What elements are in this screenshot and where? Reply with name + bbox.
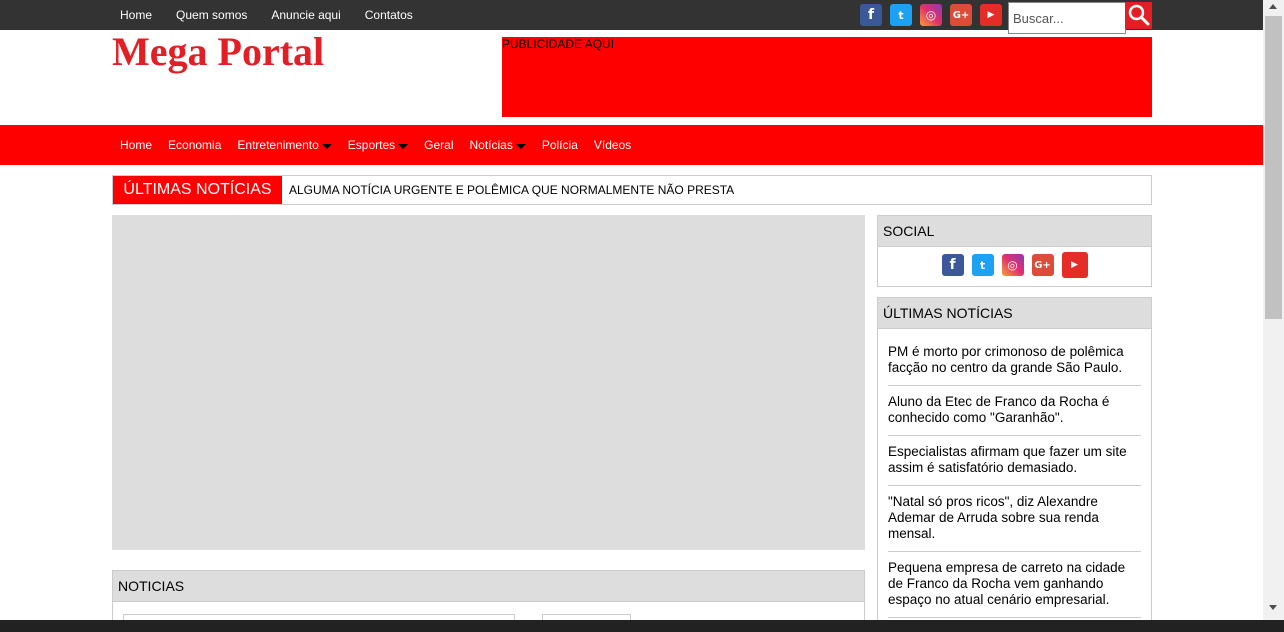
google-plus-icon[interactable]: G+ [1031,254,1054,276]
nav-item-esportes[interactable]: Esportes [340,138,416,152]
latest-news-list: PM é morto por crimonoso de polêmica fac… [878,329,1151,618]
breaking-news-ticker: ÚLTIMAS NOTÍCIAS ALGUMA NOTÍCIA URGENTE … [112,175,1152,205]
ticker-headline[interactable]: ALGUMA NOTÍCIA URGENTE E POLÊMICA QUE NO… [289,176,734,204]
bottom-bar [0,620,1284,632]
social-panel: SOCIAL f t ◎ G+ ▶ [877,215,1152,287]
social-icons: f t ◎ G+ ▶ [878,247,1151,278]
top-link-contact[interactable]: Contatos [357,8,413,22]
ad-label: PUBLICIDADE AQUI [502,37,615,51]
ticker-label: ÚLTIMAS NOTÍCIAS [113,176,282,204]
search-button[interactable] [1125,2,1152,29]
facebook-icon[interactable]: f [860,4,882,26]
site-logo[interactable]: Mega Portal [112,28,324,75]
page-scrollbar[interactable] [1263,0,1284,620]
latest-news-panel: ÚLTIMAS NOTÍCIAS PM é morto por crimonos… [877,297,1152,632]
top-link-about[interactable]: Quem somos [168,8,247,22]
nav-item-noticias[interactable]: Notícias [461,138,533,152]
nav-item-entretenimento[interactable]: Entretenimento [229,138,339,152]
featured-slider[interactable] [112,215,865,550]
twitter-icon[interactable]: t [971,254,994,276]
scroll-up-arrow-icon[interactable] [1269,4,1277,9]
caret-down-icon [398,143,409,149]
top-nav: Home Quem somos Anuncie aqui Contatos [112,0,429,30]
instagram-icon[interactable]: ◎ [1001,254,1024,276]
twitter-icon[interactable]: t [890,4,912,26]
list-item[interactable]: "Natal só pros ricos", diz Alexandre Ade… [888,486,1141,552]
facebook-icon[interactable]: f [941,254,964,276]
instagram-icon[interactable]: ◎ [920,4,942,26]
caret-down-icon [321,143,332,149]
nav-item-geral[interactable]: Geral [416,138,461,152]
youtube-icon[interactable]: ▶ [1061,252,1088,278]
nav-item-economia[interactable]: Economia [160,138,229,152]
ad-banner[interactable]: PUBLICIDADE AQUI [502,37,1152,117]
scroll-down-arrow-icon[interactable] [1269,605,1277,610]
list-item[interactable]: Pequena empresa de carreto na cidade de … [888,552,1141,618]
noticias-title: NOTICIAS [113,571,864,602]
nav-item-videos[interactable]: Vídeos [586,138,639,152]
google-plus-icon[interactable]: G+ [950,4,972,26]
scrollbar-thumb[interactable] [1265,16,1282,319]
latest-news-title: ÚLTIMAS NOTÍCIAS [878,298,1151,329]
list-item[interactable]: Especialistas afirmam que fazer um site … [888,436,1141,486]
search-icon [1128,4,1150,26]
main-nav: Home Economia Entretenimento Esportes Ge… [0,125,1263,165]
caret-down-icon [515,143,526,149]
list-item[interactable]: Aluno da Etec de Franco da Rocha é conhe… [888,386,1141,436]
top-link-home[interactable]: Home [112,8,152,22]
list-item[interactable]: PM é morto por crimonoso de polêmica fac… [888,337,1141,386]
nav-item-home[interactable]: Home [112,138,160,152]
youtube-icon[interactable]: ▶ [980,4,1002,26]
top-social-icons: f t ◎ G+ ▶ [860,4,1010,26]
top-link-advertise[interactable]: Anuncie aqui [263,8,340,22]
search-input[interactable] [1008,2,1126,34]
social-title: SOCIAL [878,216,1151,247]
nav-item-policia[interactable]: Polícia [534,138,586,152]
